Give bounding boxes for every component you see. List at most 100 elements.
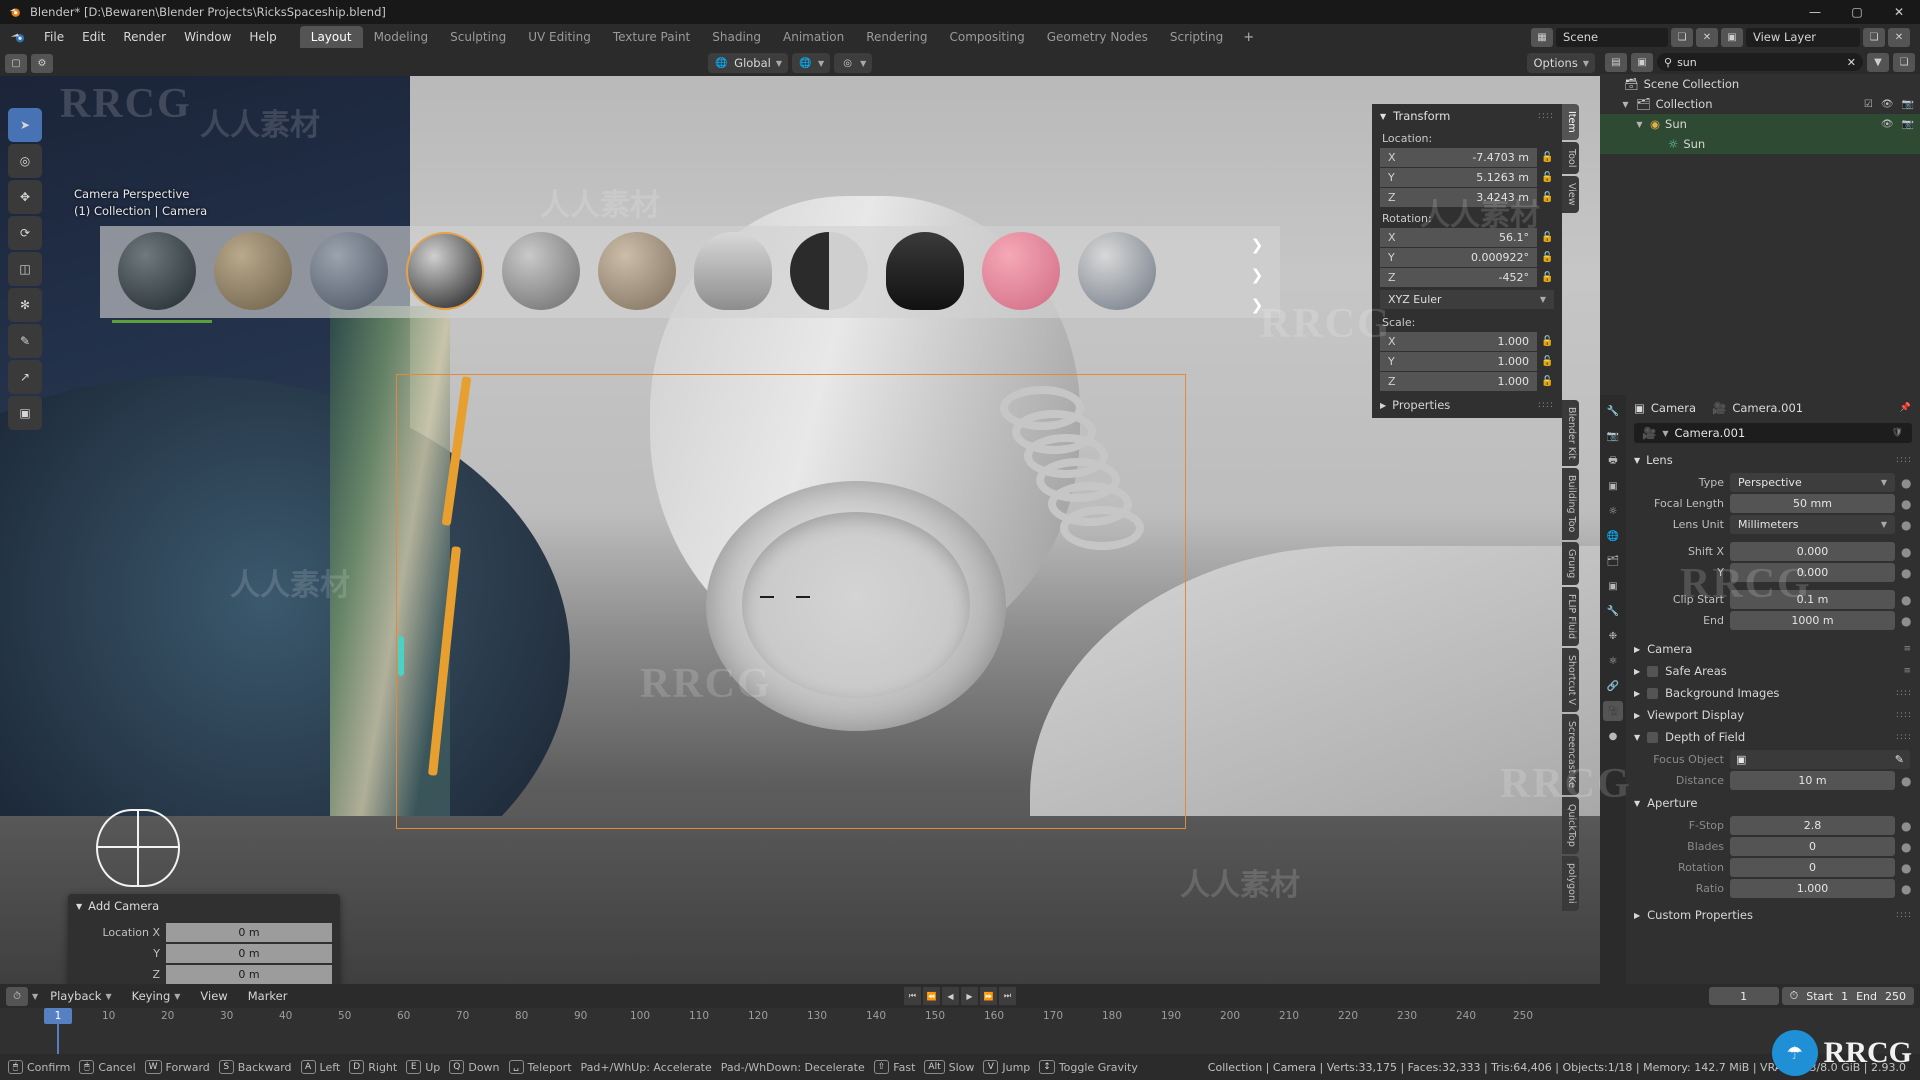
add-workspace-button[interactable]: +: [1234, 27, 1263, 48]
close-button[interactable]: ✕: [1878, 0, 1920, 24]
properties-tab-modifier[interactable]: 🔧: [1603, 601, 1623, 621]
material-ball[interactable]: [790, 232, 868, 310]
rotation-z-row[interactable]: Z-452° 🔓: [1380, 268, 1554, 287]
lock-icon[interactable]: 🔓: [1541, 172, 1554, 183]
scale-tool-button[interactable]: ◫: [8, 252, 42, 286]
snapping-toggle[interactable]: 🌐 ▼: [792, 53, 830, 73]
properties-tab-material[interactable]: ●: [1603, 726, 1623, 746]
clip-end-row[interactable]: End 1000 m ●: [1636, 611, 1910, 630]
cursor-tool-button[interactable]: ◎: [8, 144, 42, 178]
scene-browse-icon[interactable]: ▦: [1531, 28, 1553, 47]
scale-y-field[interactable]: Y1.000: [1380, 352, 1537, 371]
animate-dot-icon[interactable]: ●: [1901, 861, 1910, 875]
aperture-section-header[interactable]: ▼ Aperture: [1626, 792, 1920, 814]
outliner-editor[interactable]: ▤ ▣ ⚲ sun ✕ ▼ ❏ 🗃 Scene Collection ▼ 🗂 C…: [1600, 50, 1920, 395]
animate-dot-icon[interactable]: ●: [1901, 545, 1910, 559]
grip-dots-icon[interactable]: ::::: [1538, 400, 1554, 410]
rotate-tool-button[interactable]: ⟳: [8, 216, 42, 250]
chevron-down-icon[interactable]: ▼: [32, 992, 38, 1001]
animate-dot-icon[interactable]: ●: [1901, 614, 1910, 628]
lock-icon[interactable]: 🔓: [1541, 152, 1554, 163]
shift-y-field[interactable]: 0.000: [1730, 563, 1895, 582]
material-ball[interactable]: [214, 232, 292, 310]
jump-end-button[interactable]: ⏭: [999, 987, 1016, 1005]
shift-x-field[interactable]: 0.000: [1730, 542, 1895, 561]
play-button[interactable]: ▶: [961, 987, 978, 1005]
outliner-search-input[interactable]: ⚲ sun ✕: [1657, 53, 1863, 71]
outliner-row-scene-collection[interactable]: 🗃 Scene Collection: [1600, 74, 1920, 94]
transform-tool-button[interactable]: ✻: [8, 288, 42, 322]
npanel-tab-tool[interactable]: Tool: [1562, 142, 1579, 174]
grip-dots-icon[interactable]: ::::: [1896, 455, 1912, 465]
autokey-icon[interactable]: ⏱: [1790, 989, 1799, 1003]
location-x-row[interactable]: X-7.4703 m 🔓: [1380, 148, 1554, 167]
transform-orientation-selector[interactable]: 🌐 Global ▼: [708, 53, 788, 73]
breadcrumb-leaf[interactable]: Camera.001: [1732, 401, 1803, 415]
lock-icon[interactable]: 🔓: [1541, 192, 1554, 203]
annotate-tool-button[interactable]: ✎: [8, 324, 42, 358]
scale-z-row[interactable]: Z1.000 🔓: [1380, 372, 1554, 391]
operator-row[interactable]: Z 0 m: [76, 964, 332, 984]
prev-keyframe-button[interactable]: ⏪: [923, 987, 940, 1005]
dof-distance-field[interactable]: 10 m: [1730, 771, 1895, 790]
chevron-down-icon[interactable]: ▼: [1662, 429, 1668, 438]
animate-dot-icon[interactable]: ●: [1901, 593, 1910, 607]
properties-tab-view-layer[interactable]: ▣: [1603, 476, 1623, 496]
workspace-tab-layout[interactable]: Layout: [300, 26, 363, 48]
properties-tab-collection[interactable]: 🗂: [1603, 551, 1623, 571]
frame-range-group[interactable]: ⏱ Start 1 End 250: [1782, 987, 1914, 1005]
operator-row[interactable]: Location X 0 m: [76, 922, 332, 942]
asset-shelf[interactable]: ❯❯❯: [100, 226, 1280, 318]
outliner-row-collection[interactable]: ▼ 🗂 Collection ☑ 👁 📷: [1600, 94, 1920, 114]
tweak-tool-button[interactable]: ➤: [8, 108, 42, 142]
scale-x-row[interactable]: X1.000 🔓: [1380, 332, 1554, 351]
fstop-row[interactable]: F-Stop 2.8 ●: [1636, 816, 1910, 835]
location-y-field[interactable]: Y5.1263 m: [1380, 168, 1537, 187]
properties-tab-data[interactable]: 🎥: [1603, 701, 1623, 721]
move-tool-button[interactable]: ✥: [8, 180, 42, 214]
addon-tab-grung[interactable]: Grung: [1562, 542, 1579, 585]
depth-of-field-section-header[interactable]: ▼ Depth of Field ::::: [1626, 726, 1920, 748]
focus-object-row[interactable]: Focus Object ▣ ✎: [1636, 750, 1910, 769]
properties-tab-render[interactable]: 📷: [1603, 426, 1623, 446]
menu-edit[interactable]: Edit: [73, 27, 114, 47]
rotation-mode-dropdown[interactable]: XYZ Euler ▼: [1380, 290, 1554, 309]
transform-panel-header[interactable]: ▼ Transform ::::: [1372, 104, 1562, 128]
timeline-menu-marker[interactable]: Marker: [240, 986, 296, 1006]
material-ball[interactable]: [886, 232, 964, 310]
maximize-button[interactable]: ▢: [1836, 0, 1878, 24]
custom-properties-section-header[interactable]: ▶ Custom Properties ::::: [1626, 904, 1920, 926]
datablock-name-field[interactable]: 🎥 ▼ Camera.001 🛡: [1634, 423, 1912, 443]
triangle-down-icon[interactable]: ▼: [1634, 120, 1645, 129]
workspace-tab-geometry-nodes[interactable]: Geometry Nodes: [1036, 26, 1159, 48]
addon-tab-flip-fluid[interactable]: FLIP Fluid: [1562, 587, 1579, 646]
operator-location-x-field[interactable]: 0 m: [166, 923, 332, 942]
aperture-rotation-field[interactable]: 0: [1730, 858, 1895, 877]
addon-tab-building-tools[interactable]: Building Too: [1562, 468, 1579, 539]
remove-view-layer-icon[interactable]: ✕: [1888, 28, 1910, 47]
grip-dots-icon[interactable]: ::::: [1896, 732, 1912, 742]
menu-render[interactable]: Render: [114, 27, 175, 47]
operator-panel-header[interactable]: ▼ Add Camera: [68, 894, 340, 918]
addon-tab-screencast-keys[interactable]: Screencast Ke: [1562, 714, 1579, 795]
depth-of-field-checkbox[interactable]: [1647, 732, 1658, 743]
camera-icon[interactable]: 📷: [1902, 99, 1914, 110]
operator-redo-panel[interactable]: ▼ Add Camera Location X 0 m Y 0 m Z 0 m: [68, 894, 340, 984]
location-x-field[interactable]: X-7.4703 m: [1380, 148, 1537, 167]
workspace-tab-uv-editing[interactable]: UV Editing: [517, 26, 602, 48]
material-ball[interactable]: [598, 232, 676, 310]
focal-length-row[interactable]: Focal Length 50 mm ●: [1636, 494, 1910, 513]
timeline-menu-playback[interactable]: Playback▼: [42, 986, 119, 1006]
current-frame-field[interactable]: 1: [1709, 987, 1779, 1005]
display-mode-icon[interactable]: ▣: [1631, 53, 1653, 72]
lens-type-row[interactable]: Type Perspective▼ ●: [1636, 473, 1910, 492]
editor-type-icon[interactable]: ▢: [5, 54, 27, 73]
properties-section-header[interactable]: ▶ Properties ::::: [1372, 392, 1562, 418]
material-ball-selected[interactable]: [406, 232, 484, 310]
aperture-rotation-row[interactable]: Rotation 0 ●: [1636, 858, 1910, 877]
properties-tab-tool[interactable]: 🔧: [1603, 401, 1623, 421]
clear-search-icon[interactable]: ✕: [1847, 56, 1856, 69]
properties-tab-world[interactable]: 🌐: [1603, 526, 1623, 546]
properties-tab-scene[interactable]: ☼: [1603, 501, 1623, 521]
lens-section-header[interactable]: ▼ Lens ::::: [1626, 449, 1920, 471]
